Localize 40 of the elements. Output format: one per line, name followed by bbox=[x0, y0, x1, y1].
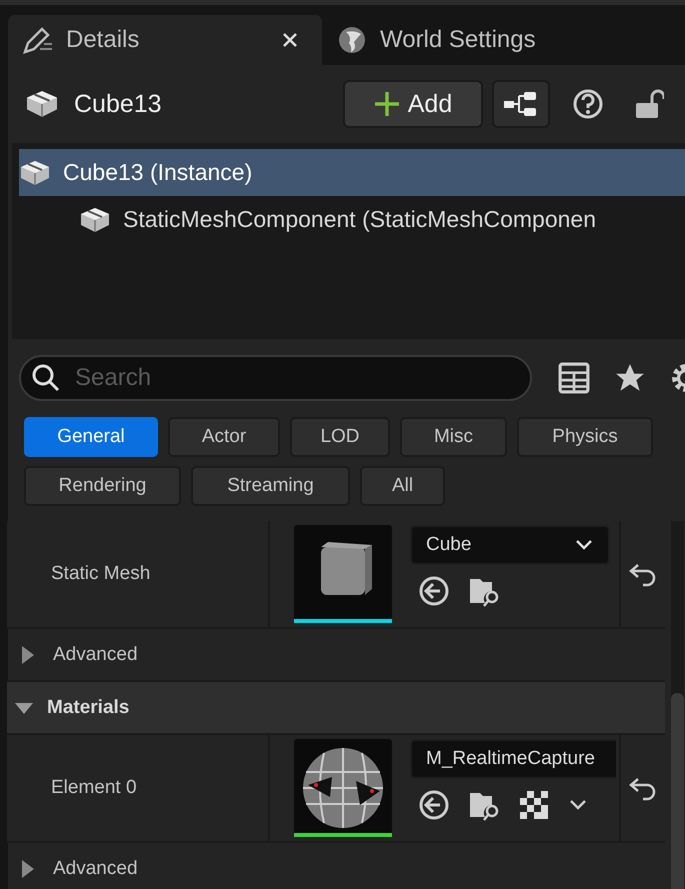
pencil-icon bbox=[22, 25, 54, 55]
filter-chip[interactable]: Actor bbox=[168, 417, 280, 457]
add-button[interactable]: Add bbox=[343, 80, 483, 128]
panel-tab[interactable]: Details bbox=[8, 15, 322, 65]
tree-item[interactable]: StaticMeshComponent (StaticMeshComponen bbox=[19, 196, 685, 243]
use-selected-icon[interactable] bbox=[418, 575, 450, 607]
asset-dropdown[interactable]: Cube bbox=[410, 525, 610, 565]
tree-item[interactable]: Cube13 (Instance) bbox=[19, 149, 685, 196]
filter-chip[interactable]: All bbox=[360, 466, 445, 506]
search-icon bbox=[31, 363, 61, 393]
filter-chip[interactable]: Rendering bbox=[24, 466, 181, 506]
scrollbar-thumb[interactable] bbox=[671, 693, 684, 889]
panel-tab[interactable]: World Settings bbox=[322, 15, 550, 65]
help-icon[interactable] bbox=[572, 88, 604, 120]
search-field[interactable]: Search bbox=[19, 355, 532, 401]
advanced-label: Advanced bbox=[53, 858, 138, 880]
advanced-row[interactable]: Advanced bbox=[7, 843, 665, 889]
cube-icon bbox=[79, 206, 111, 234]
filter-chip[interactable]: General bbox=[24, 417, 158, 457]
filter-chip[interactable]: Misc bbox=[400, 417, 507, 457]
globe-icon bbox=[336, 25, 368, 55]
advanced-label: Advanced bbox=[53, 644, 138, 666]
cube-icon bbox=[19, 158, 51, 186]
unlocked-lock-icon[interactable] bbox=[634, 88, 664, 120]
category-header[interactable]: Materials bbox=[7, 682, 665, 735]
asset-dropdown[interactable]: M_RealtimeCapture bbox=[410, 739, 616, 779]
property-label: Element 0 bbox=[7, 735, 270, 841]
plus-icon bbox=[374, 91, 400, 117]
cube-icon bbox=[24, 89, 60, 119]
chevron-down-icon[interactable] bbox=[568, 798, 588, 812]
filter-chip[interactable]: Streaming bbox=[191, 466, 350, 506]
category-label: Materials bbox=[47, 696, 130, 718]
use-selected-icon[interactable] bbox=[418, 789, 450, 821]
filter-chip[interactable]: LOD bbox=[290, 417, 390, 457]
filter-chip[interactable]: Physics bbox=[517, 417, 653, 457]
table-icon[interactable] bbox=[558, 362, 590, 394]
actor-title: Cube13 bbox=[74, 90, 163, 118]
hierarchy-icon bbox=[504, 91, 538, 117]
property-label: Static Mesh bbox=[7, 521, 270, 627]
hierarchy-button[interactable] bbox=[492, 80, 550, 128]
